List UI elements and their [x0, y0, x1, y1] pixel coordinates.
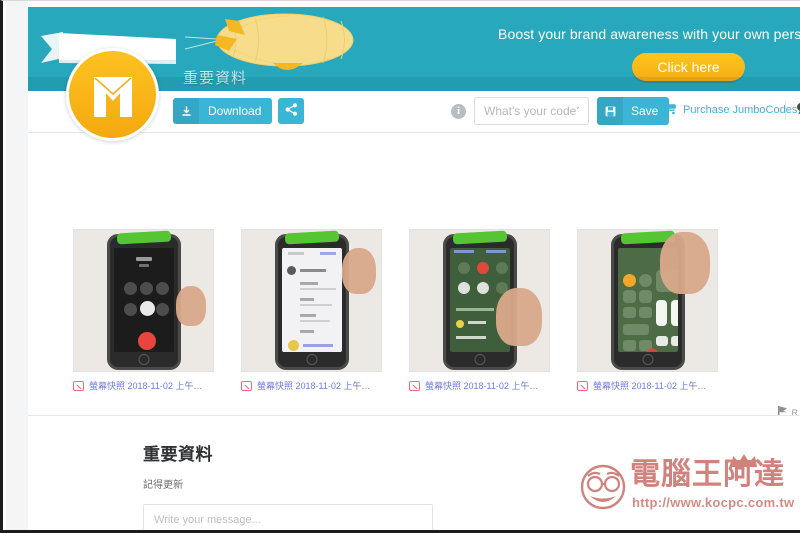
file-thumbnail[interactable] [409, 229, 550, 372]
file-caption[interactable]: 螢幕快照 2018-11-02 上午… [409, 379, 550, 392]
message-input[interactable] [143, 504, 433, 530]
file-thumbnail[interactable] [577, 229, 718, 372]
page-root: 重要資料 Boost your brand awareness with you… [0, 0, 800, 533]
jumbomail-icon [93, 76, 132, 117]
share-button[interactable] [278, 98, 305, 124]
toolbar-divider [785, 101, 786, 119]
file-name: 螢幕快照 2018-11-02 上午… [425, 381, 539, 391]
file-name: 螢幕快照 2018-11-02 上午… [593, 381, 707, 391]
cart-icon [662, 102, 677, 118]
comment-button[interactable]: 1 [796, 100, 800, 121]
image-file-icon [577, 380, 588, 391]
toolbar-left-group: Download [173, 98, 305, 124]
info-icon[interactable]: i [451, 103, 466, 119]
watermark-url: http://www.kocpc.com.tw [632, 495, 795, 510]
file-caption[interactable]: 螢幕快照 2018-11-02 上午… [73, 379, 214, 392]
avatar-logo[interactable] [66, 48, 159, 141]
download-label: Download [208, 104, 262, 118]
share-icon [285, 103, 298, 119]
file-item[interactable]: 螢幕快照 2018-11-02 上午… [409, 229, 550, 392]
phone-photo-1 [106, 230, 181, 370]
file-caption[interactable]: 螢幕快照 2018-11-02 上午… [241, 379, 382, 392]
purchase-jumbocodes-link[interactable]: Purchase JumboCodes [662, 102, 797, 118]
file-item[interactable]: 螢幕快照 2018-11-02 上午… [73, 229, 214, 392]
file-thumbnail[interactable] [73, 229, 214, 372]
download-icon [173, 98, 199, 124]
file-item[interactable]: 螢幕快照 2018-11-02 上午… [577, 229, 718, 392]
comment-icon [796, 102, 800, 120]
file-caption[interactable]: 螢幕快照 2018-11-02 上午… [577, 379, 718, 392]
file-name: 螢幕快照 2018-11-02 上午… [257, 381, 371, 391]
phone-photo-2 [274, 230, 349, 370]
file-gallery: 螢幕快照 2018-11-02 上午… 螢幕快照 2018-11-02 上午… … [28, 161, 800, 418]
file-name: 螢幕快照 2018-11-02 上午… [89, 381, 203, 391]
code-input[interactable] [474, 97, 589, 125]
image-file-icon [73, 380, 84, 391]
thumbnail-row: 螢幕快照 2018-11-02 上午… 螢幕快照 2018-11-02 上午… … [73, 229, 718, 392]
file-item[interactable]: 螢幕快照 2018-11-02 上午… [241, 229, 382, 392]
save-disk-icon [597, 97, 623, 125]
left-gutter [6, 1, 28, 530]
watermark-brand: 電腦王阿達 [630, 457, 785, 492]
image-file-icon [241, 380, 252, 391]
mascot-face-icon [580, 464, 626, 510]
toolbar-code-group: i Save [451, 97, 670, 125]
purchase-label: Purchase JumboCodes [683, 104, 798, 116]
promo-text: Boost your brand awareness with your own… [498, 26, 800, 42]
save-button[interactable]: Save [597, 97, 670, 125]
image-file-icon [409, 380, 420, 391]
file-thumbnail[interactable] [241, 229, 382, 372]
site-watermark: 電腦王阿達 http://www.kocpc.com.tw [578, 454, 795, 521]
download-button[interactable]: Download [173, 98, 273, 124]
